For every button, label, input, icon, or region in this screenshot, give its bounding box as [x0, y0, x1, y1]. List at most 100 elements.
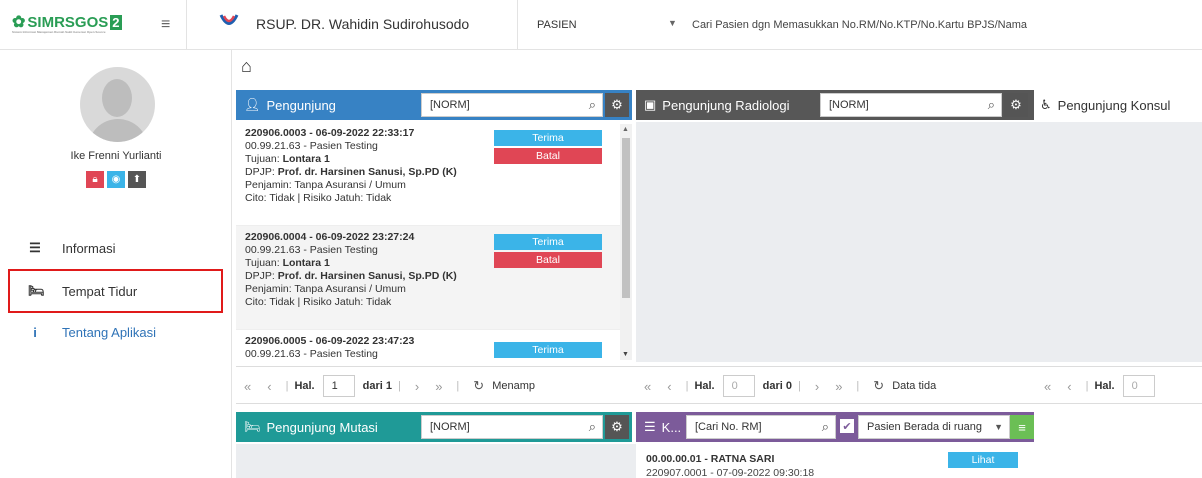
app-logo[interactable]: ✿ SIMRSGOS 2 Sistem Informasi Manajemen R… [12, 12, 122, 34]
wheelchair-icon: ♿︎ [1040, 97, 1052, 112]
search-value: [Cari No. RM] [695, 421, 762, 433]
user-name: Ike Frenni Yurlianti [70, 150, 162, 162]
panel-header-mutasi: 🛏︎ Pengunjung Mutasi [NORM] ⌕ ⚙ [236, 412, 632, 442]
mutasi-list-empty [236, 444, 636, 478]
list-icon: ☰ [644, 419, 656, 434]
panel-title: Pengunjung [266, 97, 336, 113]
prev-page-icon[interactable]: ‹ [267, 379, 271, 394]
home-icon[interactable]: ⌂ [241, 56, 271, 82]
radiologi-search-input[interactable]: [NORM] ⌕ [820, 93, 1002, 117]
prev-page-icon[interactable]: ‹ [667, 379, 671, 394]
lihat-button[interactable]: Lihat [948, 452, 1018, 468]
list-item: 220906.0004 - 06-09-2022 23:27:24 00.99.… [236, 226, 620, 330]
search-icon[interactable]: ⌕ [822, 419, 829, 435]
pager-row: « ‹ | Hal. 1 dari 1 | › » | ↻ Menamp « ‹… [236, 366, 1202, 404]
hamburger-menu-icon[interactable]: ≡ [161, 16, 170, 34]
sidebar: Ike Frenni Yurlianti 🔒︎ ◉ ⬆ ☰ Informasi … [0, 50, 232, 478]
batal-button[interactable]: Batal [494, 252, 602, 268]
first-page-icon[interactable]: « [244, 379, 251, 394]
refresh-icon[interactable]: ↻ [873, 378, 884, 394]
terima-button[interactable]: Terima [494, 234, 602, 250]
visit-penjamin: Penjamin: Tanpa Asuransi / Umum [245, 283, 406, 295]
scroll-up-icon[interactable]: ▲ [622, 126, 629, 133]
first-page-icon[interactable]: « [644, 379, 651, 394]
top-bar: ✿ SIMRSGOS 2 Sistem Informasi Manajemen R… [0, 0, 1202, 50]
scroll-thumb[interactable] [622, 138, 630, 298]
patient-search-input[interactable]: Cari Pasien dgn Memasukkan No.RM/No.KTP/… [692, 19, 1027, 31]
page-input[interactable]: 0 [1122, 375, 1155, 397]
kamar-visit-info: 220907.0001 - 07-09-2022 09:30:18 [646, 467, 815, 478]
visit-dpjp: DPJP: Prof. dr. Harsinen Sanusi, Sp.PD (… [245, 166, 457, 178]
checkbox-icon[interactable]: ✔ [840, 419, 854, 433]
kamar-list: 00.00.00.01 - RATNA SARI 220907.0001 - 0… [636, 444, 1036, 478]
panel-title: K... [661, 419, 682, 435]
gear-icon[interactable]: ⚙ [605, 93, 629, 117]
page-input[interactable]: 0 [722, 375, 755, 397]
search-icon[interactable]: ⌕ [589, 97, 596, 113]
sidebar-item-tempat-tidur[interactable]: 🛏︎ Tempat Tidur [8, 269, 223, 313]
search-icon[interactable]: ⌕ [988, 97, 995, 113]
caret-down-icon: ▼ [994, 422, 1003, 432]
list-icon: ☰ [29, 240, 41, 255]
page-total: dari 0 [762, 380, 792, 392]
panel-title: Pengunjung Radiologi [662, 97, 790, 113]
avatar [80, 67, 155, 142]
scroll-down-icon[interactable]: ▼ [622, 351, 629, 358]
page-label: Hal. [1094, 380, 1115, 392]
select-value: Pasien Berada di ruang [867, 421, 982, 433]
kamar-patient-name: 00.00.00.01 - RATNA SARI [646, 453, 775, 465]
radiologi-list-empty [636, 122, 1202, 362]
mutasi-search-input[interactable]: [NORM] ⌕ [421, 415, 603, 439]
pengunjung-search-input[interactable]: [NORM] ⌕ [421, 93, 603, 117]
gear-icon[interactable]: ⚙ [605, 415, 629, 439]
search-value: [NORM] [829, 99, 869, 111]
page-input[interactable]: 1 [322, 375, 355, 397]
pager-status: Data tida [892, 380, 937, 392]
next-page-icon[interactable]: › [415, 379, 419, 394]
logo-subtitle: Sistem Informasi Manajemen Rumah Sakit G… [12, 30, 106, 34]
next-page-icon[interactable]: › [815, 379, 819, 394]
list-scrollbar[interactable]: ▲ ▼ [620, 124, 632, 360]
hospital-name: RSUP. DR. Wahidin Sudirohusodo [256, 16, 470, 32]
lock-icon[interactable]: 🔒︎ [86, 171, 104, 188]
search-icon[interactable]: ⌕ [589, 419, 596, 435]
last-page-icon[interactable]: » [835, 379, 842, 394]
batal-button[interactable]: Batal [494, 148, 602, 164]
panel-header-pengunjung: 👤︎ Pengunjung [NORM] ⌕ ⚙ [236, 90, 632, 120]
patient-type-select[interactable]: PASIEN [537, 19, 577, 31]
info-icon: i [33, 324, 37, 340]
refresh-icon[interactable]: ↻ [473, 378, 484, 394]
pager-radiologi: « ‹ | Hal. 0 dari 0 | › » | ↻ Data tida [636, 367, 1036, 405]
first-page-icon[interactable]: « [1044, 379, 1051, 394]
gear-icon[interactable]: ⚙ [1004, 93, 1028, 117]
pager-pengunjung: « ‹ | Hal. 1 dari 1 | › » | ↻ Menamp [236, 367, 636, 405]
logo-box: 2 [110, 14, 122, 30]
bed-icon: 🛏︎ [28, 283, 45, 298]
menu-icon[interactable]: ≡ [1010, 415, 1034, 439]
terima-button[interactable]: Terima [494, 342, 602, 358]
avatar-head [102, 79, 132, 117]
sidebar-item-informasi[interactable]: ☰ Informasi [0, 229, 232, 267]
terima-button[interactable]: Terima [494, 130, 602, 146]
caret-down-icon[interactable]: ▼ [668, 18, 677, 28]
panel-title: Pengunjung Konsul [1057, 97, 1171, 113]
page-label: Hal. [694, 380, 715, 392]
sidebar-item-label: Tentang Aplikasi [62, 324, 156, 340]
visit-cito: Cito: Tidak | Risiko Jatuh: Tidak [245, 296, 392, 308]
bed-icon: 🛏︎ [244, 419, 261, 434]
last-page-icon[interactable]: » [435, 379, 442, 394]
sidebar-item-label: Tempat Tidur [62, 283, 138, 299]
camera-icon[interactable]: ◉ [107, 171, 125, 188]
divider [186, 0, 187, 50]
ruang-select[interactable]: Pasien Berada di ruang ▼ [858, 415, 1010, 439]
upload-icon[interactable]: ⬆ [128, 171, 146, 188]
kamar-search-input[interactable]: [Cari No. RM] ⌕ [686, 415, 836, 439]
pager-konsul: « ‹ | Hal. 0 [1036, 367, 1202, 405]
prev-page-icon[interactable]: ‹ [1067, 379, 1071, 394]
list-item: 220906.0005 - 06-09-2022 23:47:23 00.99.… [236, 330, 620, 362]
divider [517, 0, 518, 50]
panel-header-kamar: ☰ K... [Cari No. RM] ⌕ ✔ Pasien Berada di… [636, 412, 1034, 442]
sidebar-item-tentang-aplikasi[interactable]: i Tentang Aplikasi [0, 313, 232, 351]
user-actions: 🔒︎ ◉ ⬆ [86, 171, 146, 188]
user-icon: 👤︎ [244, 97, 261, 112]
